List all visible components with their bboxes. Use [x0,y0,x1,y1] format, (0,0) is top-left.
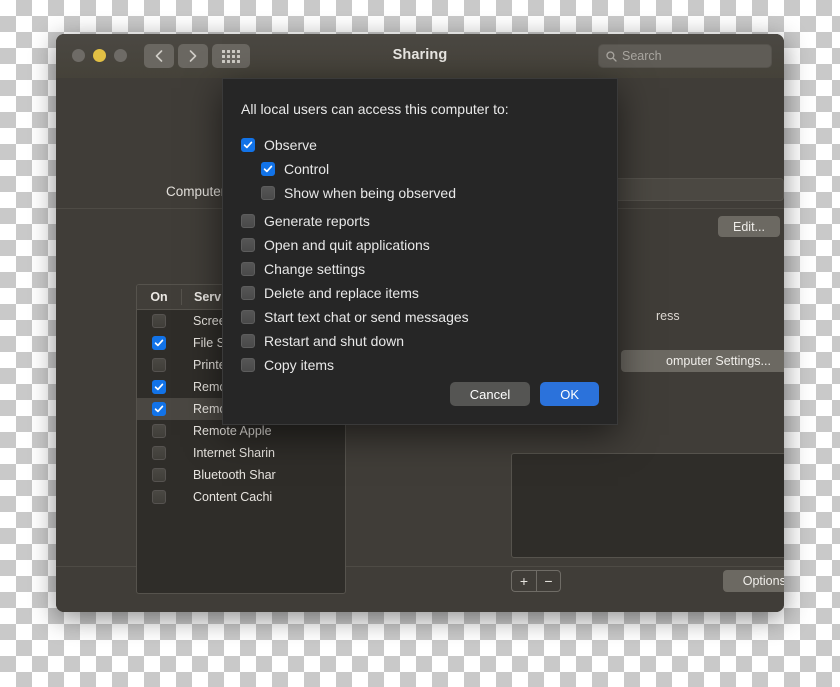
dialog-option-label: Show when being observed [284,185,457,201]
checkbox-checked-icon[interactable] [261,162,275,176]
dialog-option-label: Start text chat or send messages [264,309,469,325]
service-enabled-cell [137,424,181,438]
service-enabled-cell [137,314,181,328]
dialog-option-label: Restart and shut down [264,333,405,349]
checkbox-unchecked-icon[interactable] [152,468,166,482]
dialog-option-row[interactable]: Delete and replace items [241,285,419,301]
dialog-option-row[interactable]: Change settings [241,261,365,277]
checkbox-checked-icon[interactable] [152,336,166,350]
dialog-option-row[interactable]: Generate reports [241,213,370,229]
edit-button[interactable]: Edit... [718,216,780,237]
checkbox-unchecked-icon[interactable] [152,424,166,438]
checkbox-unchecked-icon[interactable] [261,186,275,200]
checkbox-unchecked-icon[interactable] [241,238,255,252]
cancel-button[interactable]: Cancel [449,382,531,406]
dialog-option-row[interactable]: Copy items [241,357,334,373]
table-row[interactable]: Content Cachi [137,486,345,508]
dialog-option-label: Generate reports [264,213,370,229]
checkbox-unchecked-icon[interactable] [152,358,166,372]
dialog-option-row[interactable]: Show when being observed [261,185,456,201]
service-enabled-cell [137,358,181,372]
checkbox-unchecked-icon[interactable] [241,334,255,348]
checkbox-unchecked-icon[interactable] [152,490,166,504]
table-row[interactable]: Bluetooth Shar [137,464,345,486]
checkbox-unchecked-icon[interactable] [241,214,255,228]
dialog-option-row[interactable]: Observe [241,137,317,153]
checkbox-unchecked-icon[interactable] [241,310,255,324]
add-remove-user-buttons: + − [511,570,561,592]
dialog-option-label: Copy items [264,357,335,373]
service-enabled-cell [137,468,181,482]
checkbox-unchecked-icon[interactable] [241,286,255,300]
checkbox-checked-icon[interactable] [152,380,166,394]
dialog-option-label: Open and quit applications [264,237,430,253]
dialog-button-row: Cancel OK [449,382,599,406]
checkbox-unchecked-icon[interactable] [152,446,166,460]
dialog-option-label: Change settings [264,261,366,277]
add-user-button[interactable]: + [511,570,536,592]
access-permissions-dialog: All local users can access this computer… [222,78,618,425]
dialog-title: All local users can access this computer… [241,101,509,117]
service-name-label: Bluetooth Shar [193,468,276,482]
service-enabled-cell [137,446,181,460]
checkbox-unchecked-icon[interactable] [241,262,255,276]
dialog-option-row[interactable]: Open and quit applications [241,237,430,253]
dialog-option-label: Observe [264,137,317,153]
service-enabled-cell [137,402,181,416]
ok-button[interactable]: OK [540,382,599,406]
dialog-option-label: Delete and replace items [264,285,419,301]
address-text: ress [656,309,680,323]
search-icon [606,50,617,62]
computer-settings-button[interactable]: omputer Settings... [621,350,784,372]
service-name-label: Content Cachi [193,490,273,504]
remove-user-button[interactable]: − [536,570,561,592]
dialog-option-label: Control [284,161,330,177]
table-row[interactable]: Internet Sharin [137,442,345,464]
service-name-label: Internet Sharin [193,446,275,460]
checkbox-checked-icon[interactable] [241,138,255,152]
service-enabled-cell [137,336,181,350]
checkbox-checked-icon[interactable] [152,402,166,416]
column-header-on: On [150,290,168,304]
window-titlebar: Sharing Search [56,34,784,79]
search-input[interactable]: Search [598,44,772,68]
options-button[interactable]: Options... [723,570,784,592]
dialog-option-row[interactable]: Restart and shut down [241,333,404,349]
users-list-box[interactable] [511,453,784,558]
checkbox-unchecked-icon[interactable] [241,358,255,372]
checkbox-unchecked-icon[interactable] [152,314,166,328]
service-enabled-cell [137,490,181,504]
search-placeholder: Search [622,49,662,63]
dialog-option-row[interactable]: Start text chat or send messages [241,309,469,325]
dialog-option-row[interactable]: Control [261,161,329,177]
service-name-label: Remote Apple [193,424,272,438]
service-enabled-cell [137,380,181,394]
